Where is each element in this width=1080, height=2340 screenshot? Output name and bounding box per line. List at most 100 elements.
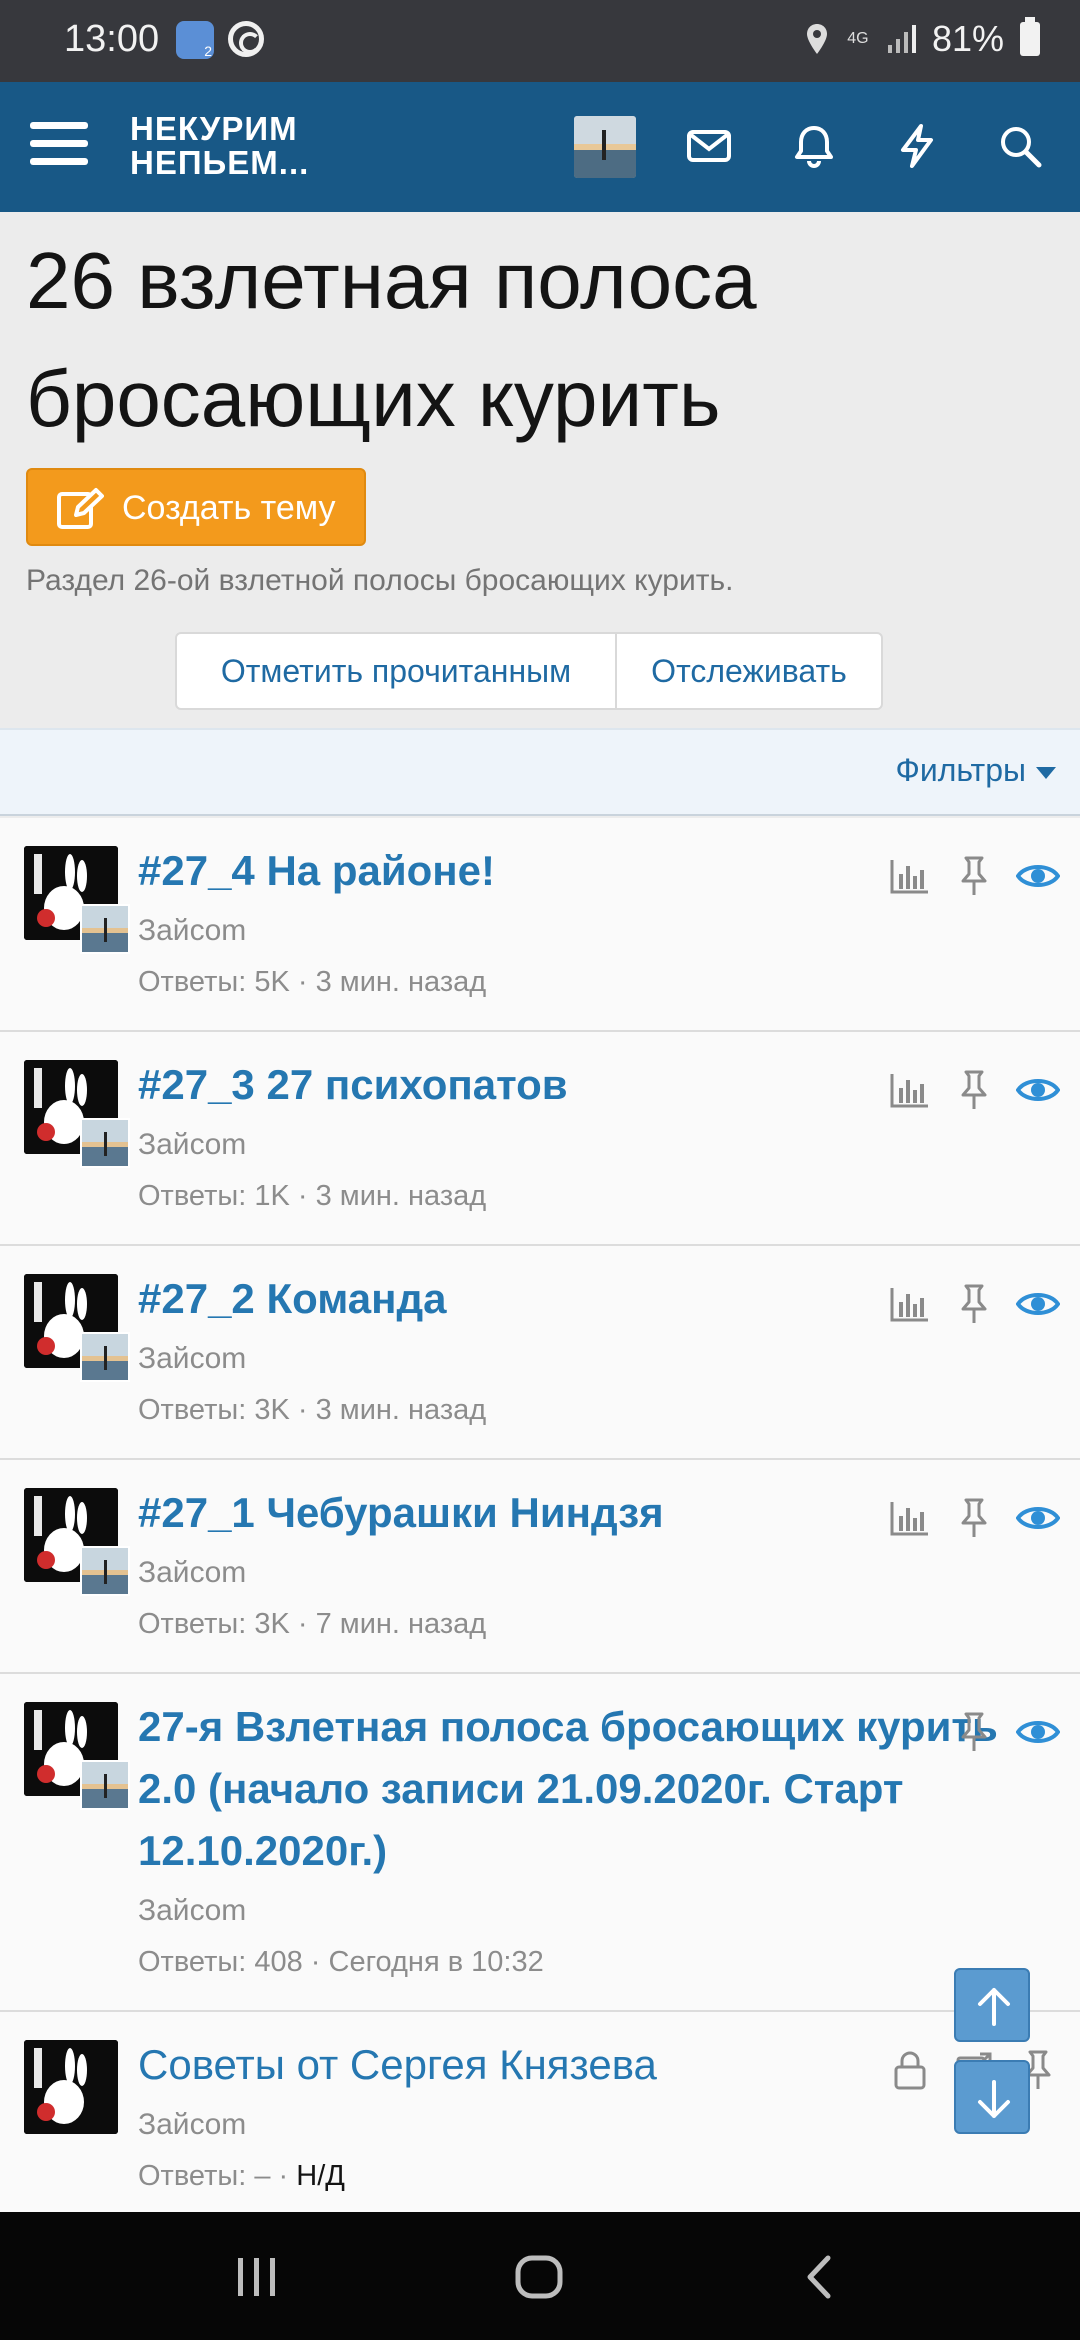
- create-thread-label: Создать тему: [122, 489, 336, 527]
- thread-row[interactable]: #27_3 27 психопатов Зайсom Ответы: 1K · …: [0, 1032, 1080, 1246]
- sync-notification-icon: [228, 21, 264, 57]
- thread-meta: Ответы: 3K · 3 мин. назад: [138, 1394, 486, 1427]
- thread-replies: Ответы: 3K: [138, 1608, 290, 1640]
- meta-separator: ·: [270, 2160, 297, 2192]
- thread-meta: Ответы: – · Н/Д: [138, 2160, 345, 2193]
- thread-author[interactable]: Зайсom: [138, 1128, 246, 1162]
- thread-meta: Ответы: 3K · 7 мин. назад: [138, 1608, 486, 1641]
- poll-chart-icon: [890, 860, 928, 894]
- thread-replies: Ответы: 5K: [138, 966, 290, 998]
- user-avatar[interactable]: [574, 116, 636, 178]
- thread-last-post-time[interactable]: 3 мин. назад: [316, 1394, 487, 1426]
- last-poster-avatar[interactable]: [80, 904, 130, 954]
- author-avatar[interactable]: [24, 2040, 118, 2134]
- pin-icon: [961, 856, 987, 895]
- logo-line2: НЕПЬЕМ...: [130, 144, 310, 181]
- poll-chart-icon: [890, 1074, 928, 1108]
- thread-status-icons: [888, 854, 1060, 898]
- last-poster-avatar[interactable]: [80, 1332, 130, 1382]
- pin-icon: [961, 1712, 987, 1751]
- watched-eye-icon: [1016, 1079, 1060, 1101]
- app-header: НЕКУРИМ НЕПЬЕМ...: [0, 82, 1080, 212]
- thread-title[interactable]: 27-я Взлетная полоса бросающих курить 2.…: [138, 1696, 998, 1882]
- back-icon[interactable]: [796, 2252, 846, 2302]
- search-icon[interactable]: [996, 122, 1044, 170]
- thread-last-post-time[interactable]: 3 мин. назад: [316, 1180, 487, 1212]
- thread-title[interactable]: #27_3 27 психопатов: [138, 1054, 568, 1116]
- arrow-up-icon: [978, 1988, 1010, 2026]
- forum-actions: Отметить прочитанным Отслеживать: [175, 632, 883, 710]
- scroll-bottom-button[interactable]: [954, 2060, 1030, 2134]
- watched-eye-icon: [1016, 1721, 1060, 1743]
- poll-chart-icon: [890, 1288, 928, 1322]
- thread-status-icons: [888, 1496, 1060, 1540]
- thread-row[interactable]: #27_4 На районе! Зайсom Ответы: 5K · 3 м…: [0, 818, 1080, 1032]
- page-title: 26 взлетная полоса бросающих курить: [26, 236, 757, 443]
- signal-icon: [887, 25, 916, 53]
- meta-separator: ·: [289, 1608, 316, 1640]
- notification-badge-digit: 2: [204, 43, 212, 59]
- meta-separator: ·: [289, 966, 316, 998]
- battery-icon: [1020, 17, 1040, 56]
- arrow-down-icon: [978, 2080, 1010, 2118]
- bell-icon[interactable]: [790, 122, 838, 170]
- status-time: 13:00: [64, 18, 160, 60]
- thread-author[interactable]: Зайсom: [138, 914, 246, 948]
- filters-button[interactable]: Фильтры: [895, 752, 1056, 789]
- thread-row[interactable]: Советы от Сергея Князева Зайсom Ответы: …: [0, 2012, 1080, 2212]
- create-thread-button[interactable]: Создать тему: [26, 468, 366, 546]
- thread-row[interactable]: 27-я Взлетная полоса бросающих курить 2.…: [0, 1674, 1080, 2012]
- meta-separator: ·: [302, 1946, 329, 1978]
- recent-apps-icon[interactable]: [232, 2252, 282, 2302]
- thread-replies: Ответы: 1K: [138, 1180, 290, 1212]
- thread-last-post-time: Н/Д: [296, 2160, 345, 2192]
- caret-down-icon: [1036, 766, 1056, 779]
- mark-read-button[interactable]: Отметить прочитанным: [177, 634, 617, 708]
- meta-separator: ·: [289, 1394, 316, 1426]
- logo-line1: НЕКУРИМ: [130, 110, 298, 147]
- scroll-top-button[interactable]: [954, 1968, 1030, 2042]
- last-poster-avatar[interactable]: [80, 1546, 130, 1596]
- thread-last-post-time[interactable]: 7 мин. назад: [316, 1608, 487, 1640]
- thread-last-post-time[interactable]: 3 мин. назад: [316, 966, 487, 998]
- pin-icon: [961, 1070, 987, 1109]
- thread-status-icons: [888, 1068, 1060, 1112]
- thread-author[interactable]: Зайсom: [138, 1342, 246, 1376]
- thread-title[interactable]: #27_2 Команда: [138, 1268, 446, 1330]
- thread-row[interactable]: #27_2 Команда Зайсom Ответы: 3K · 3 мин.…: [0, 1246, 1080, 1460]
- thread-meta: Ответы: 1K · 3 мин. назад: [138, 1180, 486, 1213]
- mail-icon[interactable]: [685, 122, 733, 170]
- watched-eye-icon: [1016, 1293, 1060, 1315]
- filters-label: Фильтры: [895, 752, 1027, 788]
- lock-icon: [894, 2051, 926, 2090]
- pin-icon: [961, 1498, 987, 1537]
- thread-author[interactable]: Зайсom: [138, 1556, 246, 1590]
- filter-bar: Фильтры: [0, 728, 1080, 816]
- thread-author[interactable]: Зайсom: [138, 2108, 246, 2142]
- edit-icon: [57, 488, 104, 529]
- forum-description: Раздел 26-ой взлетной полосы бросающих к…: [26, 564, 734, 597]
- lightning-icon[interactable]: [893, 122, 941, 170]
- thread-list: #27_4 На районе! Зайсom Ответы: 5K · 3 м…: [0, 818, 1080, 2212]
- location-icon: [806, 24, 827, 54]
- thread-title[interactable]: #27_4 На районе!: [138, 840, 495, 902]
- thread-row[interactable]: #27_1 Чебурашки Ниндзя Зайсom Ответы: 3K…: [0, 1460, 1080, 1674]
- thread-author[interactable]: Зайсom: [138, 1894, 246, 1928]
- pin-icon: [961, 1284, 987, 1323]
- menu-icon[interactable]: [30, 118, 88, 170]
- thread-replies: Ответы: 408: [138, 1946, 303, 1978]
- watched-eye-icon: [1016, 865, 1060, 887]
- home-icon[interactable]: [514, 2252, 564, 2302]
- meta-separator: ·: [289, 1180, 316, 1212]
- last-poster-avatar[interactable]: [80, 1760, 130, 1810]
- site-logo[interactable]: НЕКУРИМ НЕПЬЕМ...: [130, 112, 309, 180]
- poll-chart-icon: [890, 1502, 928, 1536]
- status-bar: 13:00 2 4G 81%: [0, 0, 1080, 82]
- thread-title[interactable]: Советы от Сергея Князева: [138, 2034, 657, 2096]
- thread-title[interactable]: #27_1 Чебурашки Ниндзя: [138, 1482, 664, 1544]
- watch-button[interactable]: Отслеживать: [617, 634, 881, 708]
- system-nav-bar: [0, 2212, 1080, 2340]
- battery-percent: 81%: [931, 18, 1004, 59]
- last-poster-avatar[interactable]: [80, 1118, 130, 1168]
- thread-last-post-time[interactable]: Сегодня в 10:32: [329, 1946, 544, 1978]
